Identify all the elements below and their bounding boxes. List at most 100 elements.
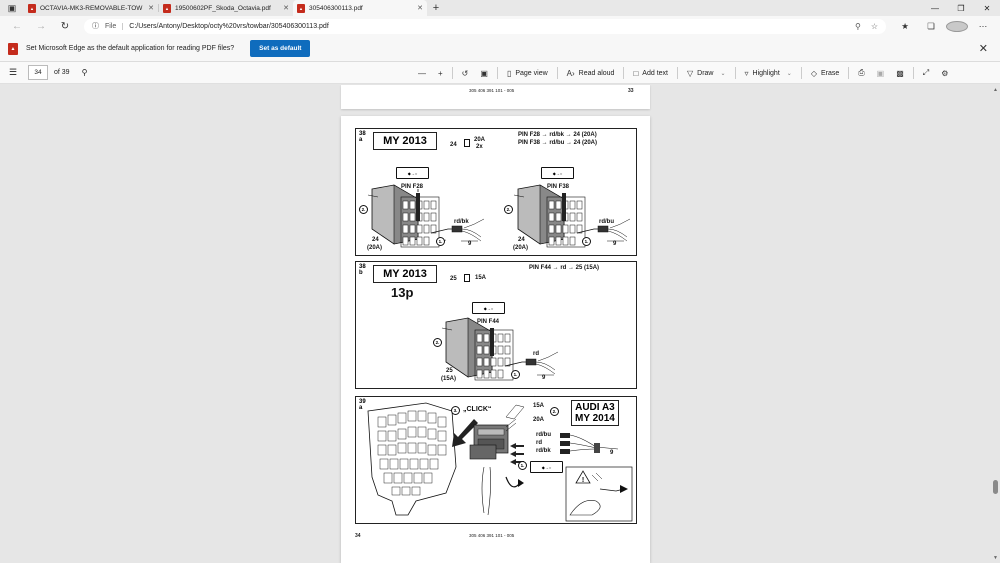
favorites-icon[interactable]: ★ xyxy=(894,21,916,32)
doc-code: 305 406 391 101 - 005 xyxy=(469,88,515,93)
profile-avatar[interactable] xyxy=(946,20,968,32)
fuse-number: 25 xyxy=(446,368,453,374)
search-icon[interactable]: ⚲ xyxy=(82,68,88,77)
rotate-button[interactable]: ↺ xyxy=(456,62,475,84)
save-button[interactable]: ▣ xyxy=(871,62,891,84)
chevron-down-icon[interactable]: ⌄ xyxy=(720,70,725,77)
page-view-label: Page view xyxy=(515,69,548,77)
expand-icon: ⤢ xyxy=(922,68,930,77)
wire-nine: 9 xyxy=(468,241,472,247)
close-tab-icon[interactable]: ✕ xyxy=(417,4,423,12)
gear-icon: ⚙ xyxy=(941,68,949,78)
save-as-icon: ▩ xyxy=(896,68,904,78)
eraser-icon: ◇ xyxy=(810,68,817,78)
address-bar[interactable]: ⓘ File C:/Users/Antony/Desktop/octy%20vr… xyxy=(84,18,886,34)
pdf-page-33: 305 406 391 101 - 005 33 xyxy=(341,85,650,109)
minimize-icon[interactable]: — xyxy=(922,0,948,16)
page-view-button[interactable]: ▯ Page view xyxy=(501,62,554,84)
tab-actions-icon[interactable]: ▣ xyxy=(0,0,24,16)
highlight-button[interactable]: ▿ Highlight ⌄ xyxy=(739,62,798,84)
read-aloud-label: Read aloud xyxy=(578,69,615,77)
callout-3: 3. xyxy=(451,406,460,415)
add-text-button[interactable]: □ Add text xyxy=(627,62,674,84)
chevron-down-icon[interactable]: ⌄ xyxy=(787,70,792,77)
back-icon[interactable]: ← xyxy=(6,18,28,34)
rotate-icon: ↺ xyxy=(461,68,469,78)
wire-nine: 9 xyxy=(542,375,546,381)
model-name: AUDI A3 xyxy=(575,402,615,413)
callout-2: 2. xyxy=(433,338,442,347)
close-icon[interactable]: ✕ xyxy=(979,42,988,55)
refresh-icon[interactable]: ↻ xyxy=(54,18,76,34)
page-view-icon: ▯ xyxy=(506,68,512,78)
close-tab-icon[interactable]: ✕ xyxy=(148,4,154,12)
pdf-tools: — + ↺ ▣ ▯ Page view A› Read aloud □ Add tex… xyxy=(412,62,954,84)
wire-color-left: rd/bk xyxy=(454,219,469,225)
erase-label: Erase xyxy=(820,69,840,77)
info-icon[interactable]: ⓘ xyxy=(92,21,99,31)
fuse-amp: (15A) xyxy=(441,376,457,382)
step-39a-panel: 39 a ! 3. „CLICK“ 15A 20A 2. AUDI A3 MY … xyxy=(355,396,637,524)
fullscreen-button[interactable]: ⤢ xyxy=(917,62,935,84)
scroll-up-icon[interactable]: ▲ xyxy=(993,87,998,93)
file-label: File xyxy=(105,22,124,30)
callout-1: 1. xyxy=(436,237,445,246)
ignition-off-icon: ◆→○ xyxy=(530,461,563,473)
toolbar-divider xyxy=(800,67,802,79)
step-38a-panel: 38 a MY 2013 24 20A 2x PIN F28 → rd/bk → … xyxy=(355,128,637,256)
pdf-file-icon: ▲ xyxy=(297,3,305,13)
fit-page-button[interactable]: ▣ xyxy=(474,62,494,84)
favorite-star-icon[interactable]: ☆ xyxy=(871,22,878,31)
toolbar-divider xyxy=(734,67,736,79)
close-tab-icon[interactable]: ✕ xyxy=(283,4,289,12)
pdf-viewer[interactable]: 305 406 391 101 - 005 33 38 a MY 2013 24 … xyxy=(0,85,1000,563)
click-label: „CLICK“ xyxy=(463,406,492,413)
set-as-default-button[interactable]: Set as default xyxy=(250,40,311,57)
fuse-right-amp: (20A) xyxy=(513,245,529,251)
tab-3-active[interactable]: ▲ 305406300113.pdf ✕ xyxy=(293,0,427,16)
scrollbar[interactable]: ▲ ▼ xyxy=(991,85,999,563)
address-row: ← → ↻ ⓘ File C:/Users/Antony/Desktop/oct… xyxy=(0,16,1000,36)
more-menu-icon[interactable]: ⋯ xyxy=(972,21,994,32)
erase-button[interactable]: ◇ Erase xyxy=(805,62,845,84)
tab-1[interactable]: ▲ OCTAVIA-MK3-REMOVABLE-TOW ✕ xyxy=(24,0,158,16)
toolbar-divider xyxy=(676,67,678,79)
zoom-out-button[interactable]: — xyxy=(412,62,432,84)
collections-icon[interactable]: ❏ xyxy=(920,21,942,32)
pdf-file-icon: ▲ xyxy=(8,42,18,55)
new-tab-button[interactable]: + xyxy=(427,0,445,16)
print-button[interactable]: ⎙ xyxy=(852,62,870,84)
fuse-box-drawing xyxy=(367,184,631,248)
table-of-contents-icon[interactable]: ☰ xyxy=(0,67,26,78)
read-aloud-icon: A› xyxy=(566,68,575,78)
page-total: of 39 xyxy=(54,69,70,76)
callout-1: 1. xyxy=(582,237,591,246)
add-text-label: Add text xyxy=(642,69,668,77)
pdf-page-35 xyxy=(341,559,650,563)
toolbar-divider xyxy=(556,67,558,79)
forward-icon[interactable]: → xyxy=(30,18,52,34)
window-controls: — ❐ ✕ xyxy=(922,0,1000,16)
close-window-icon[interactable]: ✕ xyxy=(974,0,1000,16)
read-aloud-button[interactable]: A› Read aloud xyxy=(561,62,621,84)
model-box: AUDI A3 MY 2014 xyxy=(571,400,619,426)
url-text[interactable]: C:/Users/Antony/Desktop/octy%20vrs/towba… xyxy=(129,23,328,30)
wire-color-right: rd/bu xyxy=(599,219,614,225)
zoom-in-button[interactable]: + xyxy=(432,62,449,84)
fuse-right-number: 24 xyxy=(518,237,525,243)
wire-color: rd xyxy=(533,351,539,357)
zoom-icon[interactable]: ⚲ xyxy=(855,22,861,31)
step-38b-panel: 38 b MY 2013 13p 25 15A PIN F44 → rd → 25… xyxy=(355,261,637,389)
settings-button[interactable]: ⚙ xyxy=(935,62,954,84)
draw-button[interactable]: ▽ Draw ⌄ xyxy=(681,62,732,84)
scroll-thumb[interactable] xyxy=(993,480,998,494)
restore-icon[interactable]: ❐ xyxy=(948,0,974,16)
highlight-icon: ▿ xyxy=(744,68,749,78)
page-number-input[interactable]: 34 xyxy=(28,65,48,80)
tab-2[interactable]: ▲ 19500602PF_Skoda_Octavia.pdf ✕ xyxy=(159,0,293,16)
toolbar-divider xyxy=(848,67,850,79)
save-as-button[interactable]: ▩ xyxy=(890,62,910,84)
fuse-amp-15: 15A xyxy=(533,403,545,409)
fuse-left-amp: (20A) xyxy=(367,245,383,251)
scroll-down-icon[interactable]: ▼ xyxy=(993,555,998,561)
